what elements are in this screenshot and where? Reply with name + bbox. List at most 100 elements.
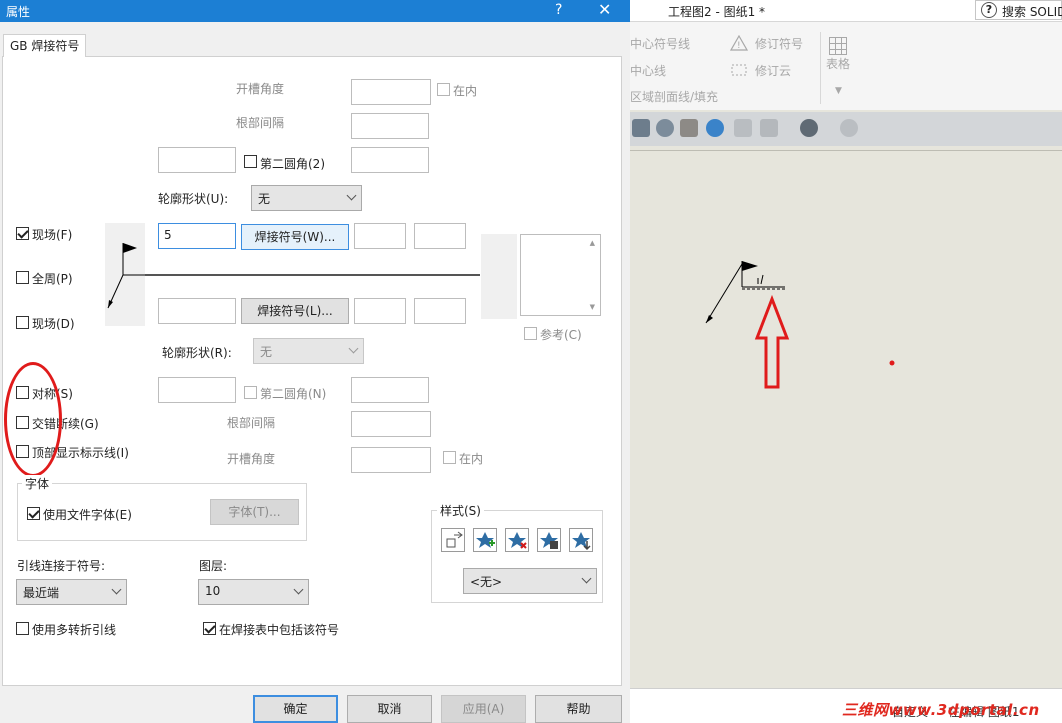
lower-root-gap-input[interactable]: [351, 411, 431, 437]
chevron-down-icon: [111, 584, 122, 595]
svg-text:!: !: [737, 41, 741, 51]
upper-length-input[interactable]: [354, 223, 406, 249]
weld-symbol-upper-button[interactable]: 焊接符号(W)...: [241, 224, 349, 250]
weld-flag-icon: [107, 243, 145, 309]
field-checkbox[interactable]: [16, 227, 29, 240]
delete-style-icon[interactable]: [505, 528, 529, 552]
add-style-icon[interactable]: [473, 528, 497, 552]
chevron-down-icon: [348, 343, 359, 354]
revision-symbol-icon: !: [730, 35, 748, 51]
root-gap-top-input[interactable]: [351, 113, 429, 139]
second-fillet-left-input[interactable]: [158, 147, 236, 173]
load-style-icon[interactable]: [569, 528, 593, 552]
ribbon-area-hatch[interactable]: 区域剖面线/填充: [630, 88, 718, 105]
font-button[interactable]: 字体(T)...: [210, 499, 299, 525]
second-fillet-checkbox[interactable]: [244, 155, 257, 168]
close-icon[interactable]: ✕: [598, 0, 611, 19]
zoom-area-icon[interactable]: [656, 119, 674, 137]
reference-checkbox[interactable]: [524, 327, 537, 340]
lower-groove-angle-label: 开槽角度: [227, 452, 276, 466]
lower-second-fillet-label: 第二圆角(N): [260, 387, 327, 401]
contour-select[interactable]: 无: [251, 185, 362, 211]
use-doc-font-checkbox[interactable]: [27, 507, 40, 520]
ribbon-separator: [820, 32, 821, 104]
leader-attach-label: 引线连接于符号:: [17, 559, 106, 573]
ribbon-centermark[interactable]: 中心符号线: [630, 35, 690, 52]
second-fillet-right-input[interactable]: [351, 147, 429, 173]
chevron-down-icon[interactable]: ▼: [835, 86, 842, 96]
zoom-fit-icon[interactable]: [632, 119, 650, 137]
cancel-button[interactable]: 取消: [347, 695, 432, 723]
leader-attach-select[interactable]: 最近端: [16, 579, 127, 605]
ribbon-centerline[interactable]: 中心线: [630, 62, 666, 79]
leader-attach-value: 最近端: [23, 586, 60, 600]
field-label: 现场(F): [32, 228, 73, 242]
apply-button[interactable]: 应用(A): [441, 695, 526, 723]
lower-contour-value: 无: [260, 345, 273, 359]
field-d-checkbox[interactable]: [16, 316, 29, 329]
font-group-title: 字体: [22, 475, 53, 492]
ribbon-revision-cloud[interactable]: 修订云: [755, 62, 791, 79]
chevron-up-icon[interactable]: ▲: [590, 239, 595, 247]
reference-label: 参考(C): [540, 328, 582, 342]
hide-show-icon[interactable]: [800, 119, 818, 137]
section-view-icon[interactable]: [734, 119, 752, 137]
annotation-ribbon: 中心符号线 中心线 区域剖面线/填充 ! 修订符号 修订云 表格 ▼: [630, 22, 1062, 110]
include-in-table-checkbox[interactable]: [203, 622, 216, 635]
style-select[interactable]: <无>: [463, 568, 597, 594]
reference-line: [145, 274, 480, 276]
display-style-icon[interactable]: [760, 119, 778, 137]
lower-size-input[interactable]: [158, 298, 236, 324]
root-gap-label: 根部间隔: [236, 116, 285, 130]
multi-jog-label: 使用多转折引线: [32, 623, 117, 637]
all-around-checkbox[interactable]: [16, 271, 29, 284]
appearance-icon[interactable]: [840, 119, 858, 137]
previous-view-icon[interactable]: [680, 119, 698, 137]
lower-pitch-input[interactable]: [414, 298, 466, 324]
help-icon[interactable]: ?: [555, 2, 562, 18]
weld-symbol-preview: [705, 261, 895, 389]
revision-cloud-icon: [731, 64, 747, 76]
layer-select[interactable]: 10: [198, 579, 309, 605]
style-group-title: 样式(S): [437, 502, 484, 519]
lower-contour-select[interactable]: 无: [253, 338, 364, 364]
drawing-canvas[interactable]: [630, 151, 1062, 688]
table-icon: [829, 37, 847, 55]
upper-pitch-input[interactable]: [414, 223, 466, 249]
rotate-icon[interactable]: [706, 119, 724, 137]
tab-gb-weld-symbol[interactable]: GB 焊接符号: [3, 34, 87, 57]
second-fillet-label: 第二圆角(2): [260, 157, 325, 171]
ribbon-table[interactable]: 表格: [826, 55, 850, 72]
lower-inside-checkbox[interactable]: [443, 451, 456, 464]
ribbon-revision-symbol[interactable]: 修订符号: [755, 35, 803, 52]
groove-angle-top-input[interactable]: [351, 79, 431, 105]
status-bar: 自定义 在编辑 图纸1 三维网www.3dportal.cn: [630, 688, 1062, 723]
lower-second-fillet-checkbox[interactable]: [244, 386, 257, 399]
lower-second-fillet-right-input[interactable]: [351, 377, 429, 403]
lower-root-gap-label: 根部间隔: [227, 416, 276, 430]
search-box[interactable]: ? 搜索 SOLIDWORKS: [975, 0, 1062, 20]
view-toolbar: [630, 112, 1062, 146]
search-label: 搜索 SOLIDWORKS: [1002, 5, 1062, 19]
contour-label: 轮廓形状(U):: [158, 192, 229, 206]
weld-size-input[interactable]: 5: [158, 223, 236, 249]
save-style-icon[interactable]: [537, 528, 561, 552]
inside-top-checkbox[interactable]: [437, 83, 450, 96]
ok-button[interactable]: 确定: [253, 695, 338, 723]
lower-length-input[interactable]: [354, 298, 406, 324]
app-title-bar: 工程图2 - 图纸1 * ? 搜索 SOLIDWORKS: [630, 0, 1062, 22]
multi-jog-checkbox[interactable]: [16, 622, 29, 635]
lower-second-fillet-left-input[interactable]: [158, 377, 236, 403]
properties-dialog: 属性 ? ✕ GB 焊接符号 开槽角度 在内 根部间隔 第二圆角(2) 轮廓形状…: [0, 0, 630, 723]
watermark: 三维网www.3dportal.cn: [842, 701, 1040, 719]
lower-groove-angle-input[interactable]: [351, 447, 431, 473]
chevron-down-icon[interactable]: ▼: [590, 303, 595, 311]
weld-symbol-lower-button[interactable]: 焊接符号(L)...: [241, 298, 349, 324]
reference-textbox[interactable]: ▲ ▼: [520, 234, 601, 316]
inside-top-label: 在内: [453, 84, 478, 98]
help-search-icon: ?: [981, 2, 997, 18]
help-button[interactable]: 帮助: [535, 695, 622, 723]
field-d-label: 现场(D): [32, 317, 75, 331]
tail-preview-area: [481, 234, 517, 319]
apply-style-icon[interactable]: [441, 528, 465, 552]
